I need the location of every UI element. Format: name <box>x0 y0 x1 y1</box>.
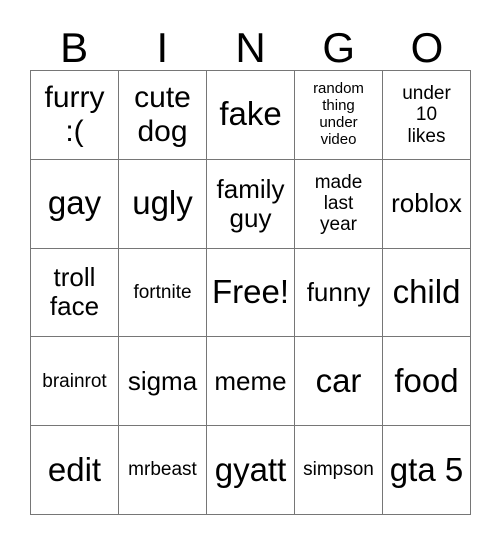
bingo-cell-label: child <box>392 273 461 311</box>
bingo-cell[interactable]: troll face <box>31 248 119 338</box>
bingo-cell-label: furry :( <box>44 81 105 148</box>
bingo-cell-label: car <box>315 361 362 399</box>
bingo-cell-label: Free! <box>211 273 290 311</box>
bingo-cell[interactable]: funny <box>295 248 383 338</box>
bingo-cell-label: under 10 likes <box>402 83 451 147</box>
bingo-header-letter-o: O <box>410 24 444 71</box>
bingo-cell-label: made last year <box>314 171 363 236</box>
bingo-cell[interactable]: simpson <box>295 426 383 515</box>
bingo-grid: furry :( cute dog fake random thing unde… <box>30 70 471 515</box>
bingo-cell-label: sigma <box>127 365 198 396</box>
bingo-cell[interactable]: family guy <box>207 159 295 249</box>
bingo-cell-label: gyatt <box>214 450 287 488</box>
bingo-cell-label: food <box>394 361 459 399</box>
bingo-cell[interactable]: car <box>295 337 383 427</box>
bingo-cell[interactable]: under 10 likes <box>383 71 471 160</box>
bingo-cell[interactable]: fortnite <box>119 248 207 338</box>
bingo-cell[interactable]: food <box>383 337 471 427</box>
bingo-cell-label: gta 5 <box>389 450 464 488</box>
bingo-cell-label: random thing under video <box>313 80 364 148</box>
bingo-card: B I N G O furry :( cute dog fake random … <box>0 0 500 544</box>
bingo-cell-label: simpson <box>303 459 374 481</box>
bingo-cell[interactable]: child <box>383 248 471 338</box>
bingo-cell[interactable]: gyatt <box>207 426 295 515</box>
bingo-cell-label: funny <box>306 276 371 307</box>
bingo-cell[interactable]: random thing under video <box>295 71 383 160</box>
bingo-cell[interactable]: gta 5 <box>383 426 471 515</box>
bingo-cell[interactable]: cute dog <box>119 71 207 160</box>
bingo-cell[interactable]: edit <box>31 426 119 515</box>
bingo-header-row: B I N G O <box>30 18 471 70</box>
bingo-cell[interactable]: roblox <box>383 159 471 249</box>
bingo-cell[interactable]: made last year <box>295 159 383 249</box>
bingo-cell-label: cute dog <box>134 81 191 148</box>
bingo-header-letter-g: G <box>322 24 356 71</box>
bingo-cell[interactable]: ugly <box>119 159 207 249</box>
bingo-header-letter-n: N <box>235 24 266 71</box>
bingo-cell-label: gay <box>47 184 102 222</box>
bingo-cell-label: mrbeast <box>128 459 197 481</box>
bingo-cell-label: fake <box>219 95 282 133</box>
bingo-cell-label: brainrot <box>42 370 107 392</box>
bingo-cell[interactable]: fake <box>207 71 295 160</box>
bingo-cell-label: roblox <box>391 188 462 219</box>
bingo-cell-label: family guy <box>216 173 285 233</box>
bingo-cell[interactable]: gay <box>31 159 119 249</box>
bingo-cell-label: ugly <box>132 184 193 222</box>
bingo-cell-free[interactable]: Free! <box>207 248 295 338</box>
bingo-cell-label: fortnite <box>133 281 192 303</box>
bingo-header-letter-b: B <box>60 24 89 71</box>
bingo-cell[interactable]: furry :( <box>31 71 119 160</box>
bingo-header-letter-i: I <box>156 24 169 71</box>
bingo-cell[interactable]: sigma <box>119 337 207 427</box>
bingo-cell[interactable]: brainrot <box>31 337 119 427</box>
bingo-cell-label: meme <box>214 365 287 396</box>
bingo-cell[interactable]: meme <box>207 337 295 427</box>
bingo-cell[interactable]: mrbeast <box>119 426 207 515</box>
bingo-cell-label: edit <box>47 450 102 488</box>
bingo-cell-label: troll face <box>49 262 100 322</box>
